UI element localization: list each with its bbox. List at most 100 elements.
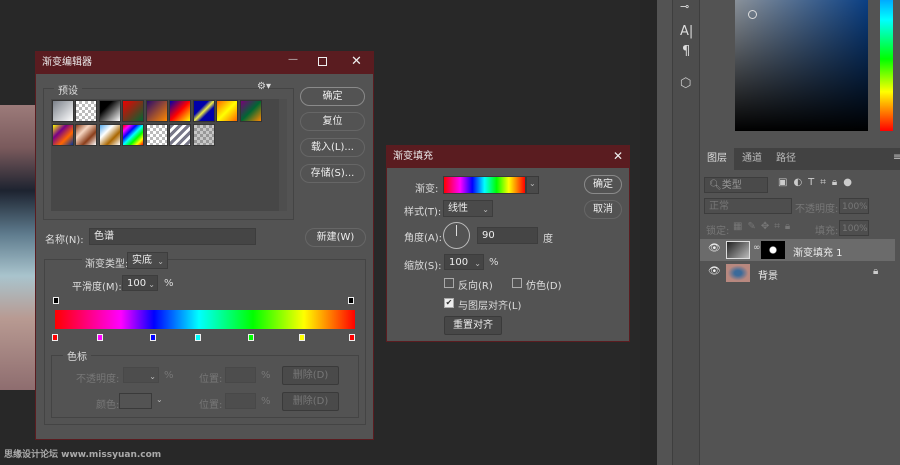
gradient-editor-dialog: 渐变编辑器 — ✕ 预设 ⚙▾ 确定 复位 载入(L)... 存储(S)... … bbox=[35, 51, 374, 440]
angle-unit: 度 bbox=[543, 234, 553, 245]
tab-channels[interactable]: 通道 bbox=[736, 148, 768, 170]
name-input[interactable]: 色谱 bbox=[89, 228, 256, 245]
minimize-icon[interactable]: — bbox=[288, 54, 298, 65]
align-with-layer-label: 与图层对齐(L) bbox=[458, 301, 522, 312]
stop-opacity-input[interactable]: ⌄ bbox=[123, 367, 159, 383]
save-button[interactable]: 存储(S)... bbox=[300, 164, 365, 183]
color-field[interactable] bbox=[735, 0, 868, 131]
close-icon[interactable]: ✕ bbox=[613, 149, 623, 163]
preset-swatch[interactable] bbox=[193, 124, 215, 146]
ok-button[interactable]: 确定 bbox=[300, 87, 365, 106]
angle-input[interactable]: 90 bbox=[477, 227, 538, 244]
color-stop[interactable] bbox=[52, 334, 58, 341]
presets-scrollbar[interactable] bbox=[279, 99, 287, 211]
tab-paths[interactable]: 路径 bbox=[770, 148, 802, 170]
delete-opacity-stop-button[interactable]: 删除(D) bbox=[282, 366, 339, 385]
hue-slider[interactable] bbox=[880, 0, 893, 131]
opacity-field[interactable]: 100% bbox=[839, 198, 869, 214]
ok-button[interactable]: 确定 bbox=[584, 175, 622, 194]
style-select[interactable]: 线性 ⌄ bbox=[443, 200, 493, 217]
blend-mode-select[interactable]: 正常 bbox=[704, 198, 792, 214]
gradient-type-select[interactable]: 实底 ⌄ bbox=[127, 252, 168, 269]
angle-label: 角度(A): bbox=[404, 233, 443, 244]
layer-name: 渐变填充 1 bbox=[793, 248, 843, 259]
preset-swatch[interactable] bbox=[122, 100, 144, 122]
opacity-location-input[interactable] bbox=[225, 367, 256, 383]
style-label: 样式(T): bbox=[404, 207, 442, 218]
filter-icons[interactable]: ▣◐T⌗🔒︎● bbox=[778, 177, 858, 188]
layer-filter-select[interactable]: 🔍︎类型 bbox=[704, 177, 768, 193]
color-picker-cursor[interactable] bbox=[748, 10, 757, 19]
presets-list[interactable] bbox=[51, 99, 287, 211]
preset-swatch[interactable] bbox=[52, 124, 74, 146]
adjust-icon[interactable]: ⊸ bbox=[680, 0, 689, 13]
align-with-layer-checkbox[interactable]: ✔ bbox=[444, 298, 454, 308]
3d-cube-icon[interactable]: ⬡ bbox=[680, 76, 691, 91]
preset-swatch[interactable] bbox=[146, 124, 168, 146]
gradient-bar[interactable] bbox=[55, 310, 355, 329]
preset-swatch[interactable] bbox=[240, 100, 262, 122]
opacity-label: 不透明度: bbox=[76, 374, 120, 385]
color-stop[interactable] bbox=[150, 334, 156, 341]
preset-swatch[interactable] bbox=[52, 100, 74, 122]
opacity-stop-right[interactable] bbox=[348, 297, 354, 304]
color-stop[interactable] bbox=[298, 334, 305, 341]
location-unit: % bbox=[261, 370, 271, 381]
layer-name: 背景 bbox=[758, 271, 778, 282]
opacity-stop-left[interactable] bbox=[53, 297, 59, 304]
dialog-title-bar[interactable]: 渐变填充 bbox=[387, 146, 629, 168]
cancel-button[interactable]: 取消 bbox=[584, 200, 622, 219]
delete-color-stop-button[interactable]: 删除(D) bbox=[282, 392, 339, 411]
dialog-title: 渐变填充 bbox=[393, 151, 433, 162]
color-stop[interactable] bbox=[248, 334, 255, 341]
reset-button[interactable]: 复位 bbox=[300, 112, 365, 131]
paragraph-icon[interactable]: ¶ bbox=[682, 44, 690, 59]
color-stop[interactable] bbox=[194, 334, 201, 341]
layer-row[interactable]: 👁︎ 背景 🔒︎ bbox=[700, 262, 895, 284]
preset-swatch[interactable] bbox=[169, 124, 191, 146]
preset-swatch[interactable] bbox=[146, 100, 168, 122]
preset-swatch[interactable] bbox=[169, 100, 191, 122]
maximize-icon[interactable] bbox=[318, 57, 327, 66]
link-icon[interactable]: ∞ bbox=[753, 243, 761, 253]
new-button[interactable]: 新建(W) bbox=[305, 228, 366, 247]
reset-alignment-button[interactable]: 重置对齐 bbox=[444, 316, 502, 335]
gradient-label: 渐变: bbox=[415, 184, 439, 195]
preset-swatch[interactable] bbox=[99, 124, 121, 146]
angle-dial[interactable] bbox=[443, 222, 470, 249]
preset-swatch[interactable] bbox=[193, 100, 215, 122]
preset-swatch[interactable] bbox=[216, 100, 238, 122]
gradient-dropdown-button[interactable]: ⌄ bbox=[526, 176, 539, 194]
type-label: 渐变类型: bbox=[82, 255, 129, 270]
color-stop[interactable] bbox=[349, 334, 355, 341]
layer-thumbnail bbox=[726, 241, 750, 259]
preset-swatch[interactable] bbox=[75, 100, 97, 122]
tab-layers[interactable]: 图层 bbox=[700, 148, 734, 170]
search-icon: 🔍︎ bbox=[709, 180, 722, 191]
preset-swatch[interactable] bbox=[99, 100, 121, 122]
gradient-picker[interactable] bbox=[443, 176, 526, 194]
color-stop[interactable] bbox=[96, 334, 103, 341]
scale-input[interactable]: 100 ⌄ bbox=[444, 254, 484, 270]
reverse-checkbox[interactable] bbox=[444, 278, 454, 288]
opacity-label: 不透明度: bbox=[795, 204, 839, 215]
preset-swatch[interactable] bbox=[75, 124, 97, 146]
eye-icon[interactable]: 👁︎ bbox=[708, 243, 721, 254]
stop-color-swatch[interactable] bbox=[119, 393, 152, 409]
preset-swatch[interactable] bbox=[122, 124, 144, 146]
panel-menu-icon[interactable]: ≡ bbox=[893, 152, 900, 163]
eye-icon[interactable]: 👁︎ bbox=[708, 266, 721, 277]
load-button[interactable]: 载入(L)... bbox=[300, 138, 365, 157]
lock-icon: 🔒︎ bbox=[873, 266, 879, 277]
fill-field[interactable]: 100% bbox=[839, 220, 869, 236]
layer-row[interactable]: 👁︎ ∞ 渐变填充 1 bbox=[700, 239, 895, 261]
smoothness-label: 平滑度(M): bbox=[72, 282, 122, 293]
gear-icon[interactable]: ⚙▾ bbox=[257, 81, 271, 92]
stops-group-label: 色标 bbox=[63, 348, 91, 363]
dither-checkbox[interactable] bbox=[512, 278, 522, 288]
character-icon[interactable]: A| bbox=[680, 24, 693, 39]
smoothness-input[interactable]: 100 ⌄ bbox=[122, 275, 158, 291]
color-location-input[interactable] bbox=[225, 393, 256, 409]
lock-icons[interactable]: ▦✎✥⌗🔒︎ bbox=[733, 221, 795, 232]
close-icon[interactable]: ✕ bbox=[351, 54, 362, 69]
